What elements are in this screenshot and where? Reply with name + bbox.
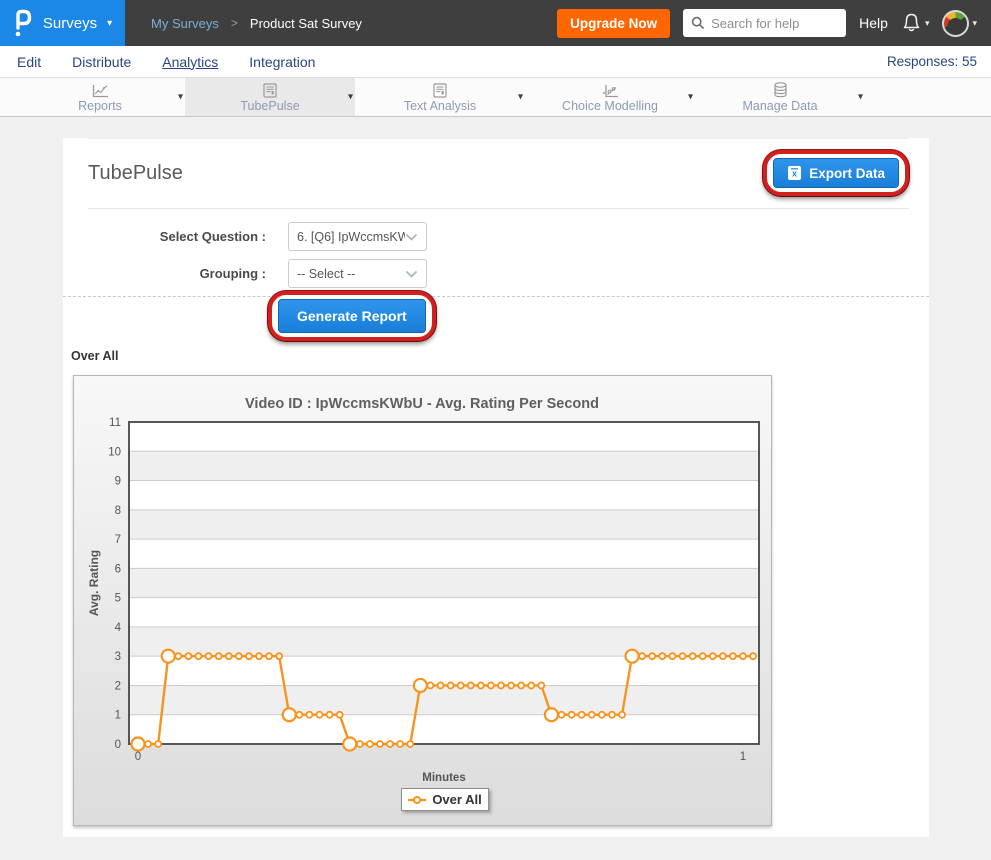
upgrade-now-button[interactable]: Upgrade Now	[557, 9, 670, 38]
tab-label: Reports	[78, 99, 122, 113]
legend-series-marker-icon	[408, 795, 426, 805]
svg-text:6: 6	[115, 563, 121, 575]
svg-text:0: 0	[115, 739, 121, 751]
responses-count: Responses: 55	[887, 54, 977, 69]
product-switcher-label: Surveys	[43, 15, 97, 32]
search-input[interactable]	[711, 16, 831, 31]
svg-text:3: 3	[115, 651, 121, 663]
tab-tubepulse[interactable]: TubePulse ▾	[185, 78, 355, 116]
avg-rating-line-chart: Video ID : IpWccmsKWbU - Avg. Rating Per…	[74, 376, 771, 825]
page-footer-strip	[0, 837, 991, 860]
overall-section-label: Over All	[71, 349, 929, 363]
avatar	[942, 10, 969, 37]
svg-text:0: 0	[135, 751, 141, 763]
svg-text:2: 2	[115, 680, 121, 692]
tubepulse-panel: TubePulse x Export Data Select Question …	[63, 138, 929, 837]
chevron-down-icon	[405, 233, 418, 241]
breadcrumb-separator-icon: >	[231, 16, 238, 30]
svg-text:7: 7	[115, 534, 121, 546]
chevron-down-icon[interactable]: ▾	[518, 92, 523, 103]
tab-manage-data[interactable]: Manage Data ▾	[695, 78, 865, 116]
nav-item-edit[interactable]: Edit	[17, 54, 41, 70]
help-search-box[interactable]	[683, 9, 846, 37]
breadcrumb-my-surveys[interactable]: My Surveys	[151, 16, 219, 31]
svg-text:4: 4	[115, 622, 122, 634]
chevron-down-icon[interactable]: ▾	[858, 92, 863, 103]
breadcrumb-current-survey: Product Sat Survey	[250, 16, 362, 31]
svg-text:x: x	[792, 169, 797, 179]
grouping-value: -- Select --	[297, 267, 405, 281]
report-document-icon	[433, 83, 447, 98]
select-question-dropdown[interactable]: 6. [Q6] IpWccmsKWbU	[288, 222, 427, 251]
top-navbar: Surveys ▾ My Surveys > Product Sat Surve…	[0, 0, 991, 46]
tab-label: Manage Data	[742, 99, 817, 113]
tab-text-analysis[interactable]: Text Analysis ▾	[355, 78, 525, 116]
tab-label: Choice Modelling	[562, 99, 658, 113]
notifications-button[interactable]: ▾	[901, 12, 930, 34]
chevron-down-icon: ▾	[107, 18, 112, 29]
tab-label: Text Analysis	[404, 99, 476, 113]
analytics-tabbar: Reports ▾ TubePulse ▾ Text Analysis ▾ Ch…	[0, 78, 991, 117]
excel-export-icon: x	[787, 165, 802, 181]
nav-item-analytics[interactable]: Analytics	[162, 54, 218, 70]
bell-icon	[901, 12, 922, 34]
svg-text:10: 10	[108, 446, 121, 458]
report-document-icon	[263, 83, 277, 98]
breadcrumb: My Surveys > Product Sat Survey	[151, 16, 362, 31]
chevron-down-icon	[405, 270, 418, 278]
svg-text:1: 1	[740, 751, 746, 763]
chevron-down-icon[interactable]: ▾	[178, 92, 183, 103]
grouping-label: Grouping :	[63, 266, 268, 281]
chart-legend[interactable]: Over All	[401, 788, 489, 811]
chevron-down-icon[interactable]: ▾	[348, 92, 353, 103]
line-chart-icon	[92, 83, 109, 98]
svg-text:1: 1	[115, 710, 121, 722]
chevron-down-icon: ▾	[972, 18, 977, 29]
svg-text:8: 8	[115, 505, 121, 517]
export-data-annotation-ring: x Export Data	[763, 150, 909, 196]
svg-text:5: 5	[115, 593, 121, 605]
report-options-form: Select Question : 6. [Q6] IpWccmsKWbU Gr…	[63, 222, 929, 288]
tab-label: TubePulse	[240, 99, 299, 113]
tab-reports[interactable]: Reports ▾	[15, 78, 185, 116]
brand-area[interactable]: Surveys ▾	[0, 0, 125, 46]
export-data-label: Export Data	[809, 166, 885, 181]
database-icon	[773, 83, 788, 98]
grouping-dropdown[interactable]: -- Select --	[288, 259, 427, 288]
survey-section-nav: Edit Distribute Analytics Integration Re…	[0, 46, 991, 78]
chevron-down-icon[interactable]: ▾	[688, 92, 693, 103]
svg-text:Video ID : IpWccmsKWbU - Avg.: Video ID : IpWccmsKWbU - Avg. Rating Per…	[245, 396, 599, 412]
search-icon	[691, 16, 705, 30]
page-title: TubePulse	[88, 162, 183, 185]
svg-text:11: 11	[109, 417, 121, 429]
scatter-chart-icon	[602, 83, 619, 98]
chevron-down-icon: ▾	[925, 18, 930, 29]
svg-text:Minutes: Minutes	[422, 772, 465, 784]
questionpro-logo-icon	[13, 9, 33, 37]
tubepulse-chart-card: Video ID : IpWccmsKWbU - Avg. Rating Per…	[73, 375, 772, 826]
svg-text:Avg. Rating: Avg. Rating	[87, 550, 101, 616]
topbar-right-controls: Upgrade Now Help ▾ ▾	[557, 9, 991, 38]
select-question-value: 6. [Q6] IpWccmsKWbU	[297, 230, 405, 244]
export-data-button[interactable]: x Export Data	[773, 158, 899, 188]
generate-report-annotation-ring: Generate Report	[268, 291, 436, 341]
nav-item-distribute[interactable]: Distribute	[72, 54, 131, 70]
tab-choice-modelling[interactable]: Choice Modelling ▾	[525, 78, 695, 116]
nav-item-integration[interactable]: Integration	[249, 54, 315, 70]
svg-text:9: 9	[115, 476, 121, 488]
generate-report-button[interactable]: Generate Report	[278, 299, 426, 333]
panel-header: TubePulse x Export Data	[88, 138, 909, 209]
select-question-label: Select Question :	[63, 229, 268, 244]
account-menu-button[interactable]: ▾	[942, 10, 977, 37]
legend-entry-label: Over All	[432, 792, 481, 807]
help-link[interactable]: Help	[859, 15, 888, 31]
